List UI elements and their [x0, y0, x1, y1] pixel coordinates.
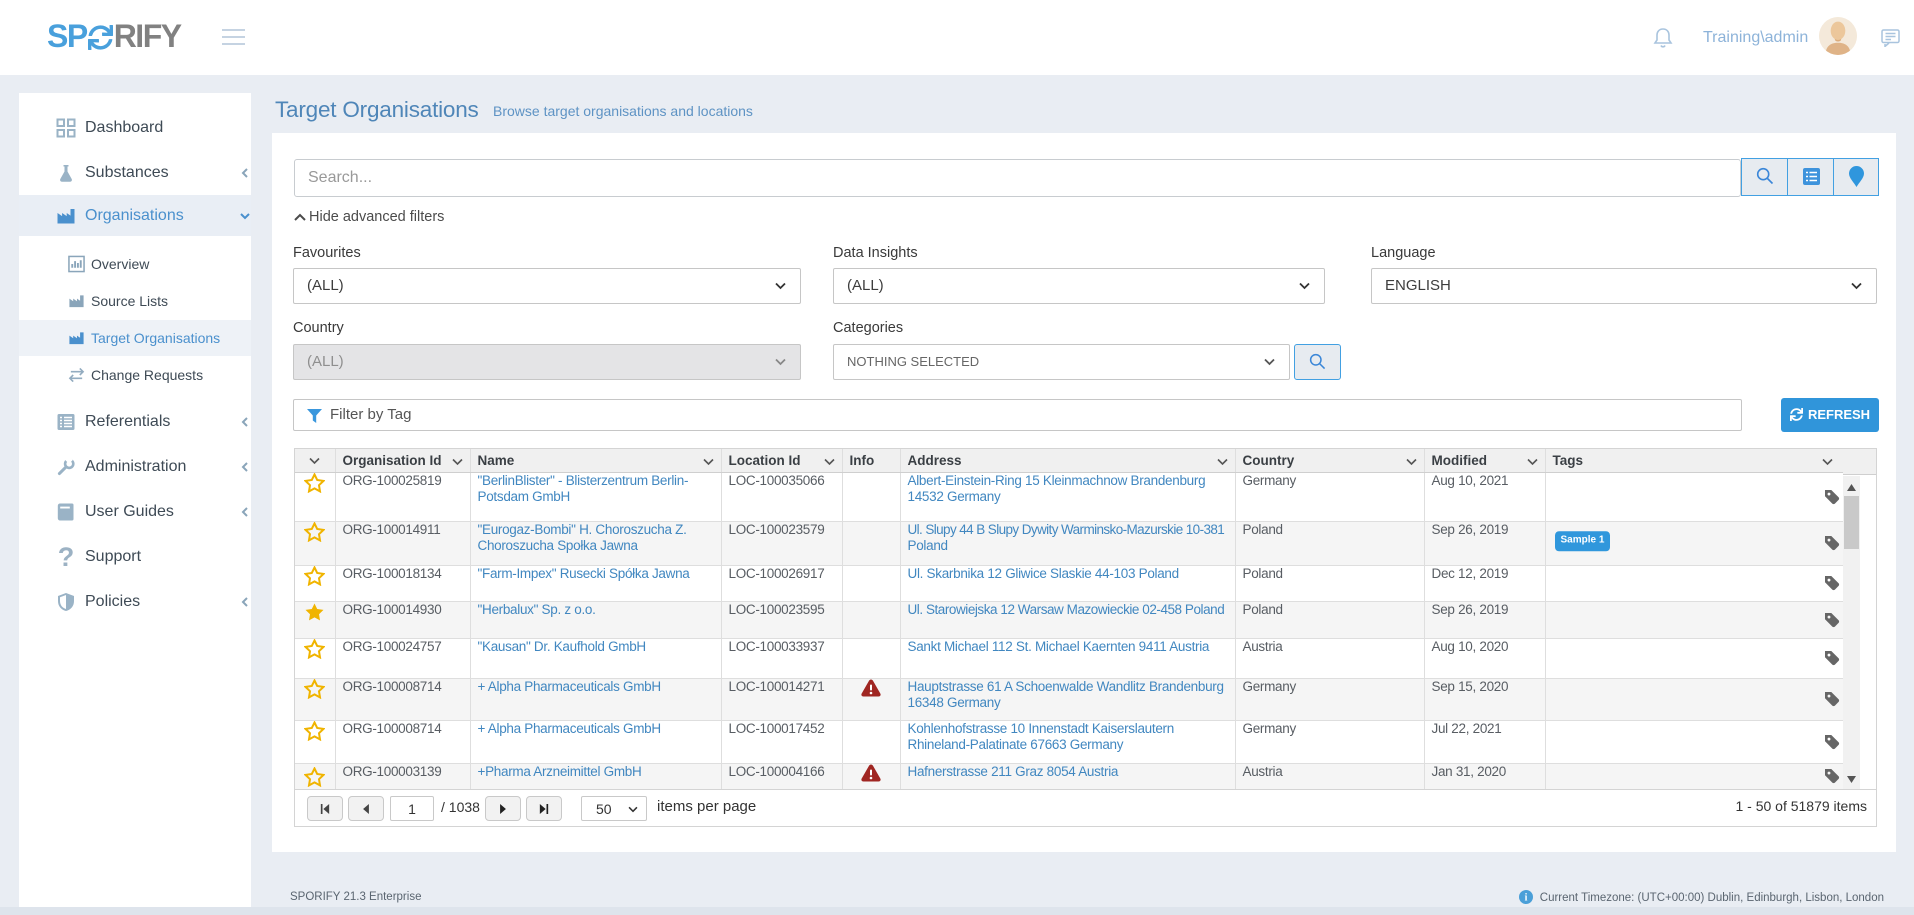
svg-text:i: i: [1524, 893, 1527, 904]
